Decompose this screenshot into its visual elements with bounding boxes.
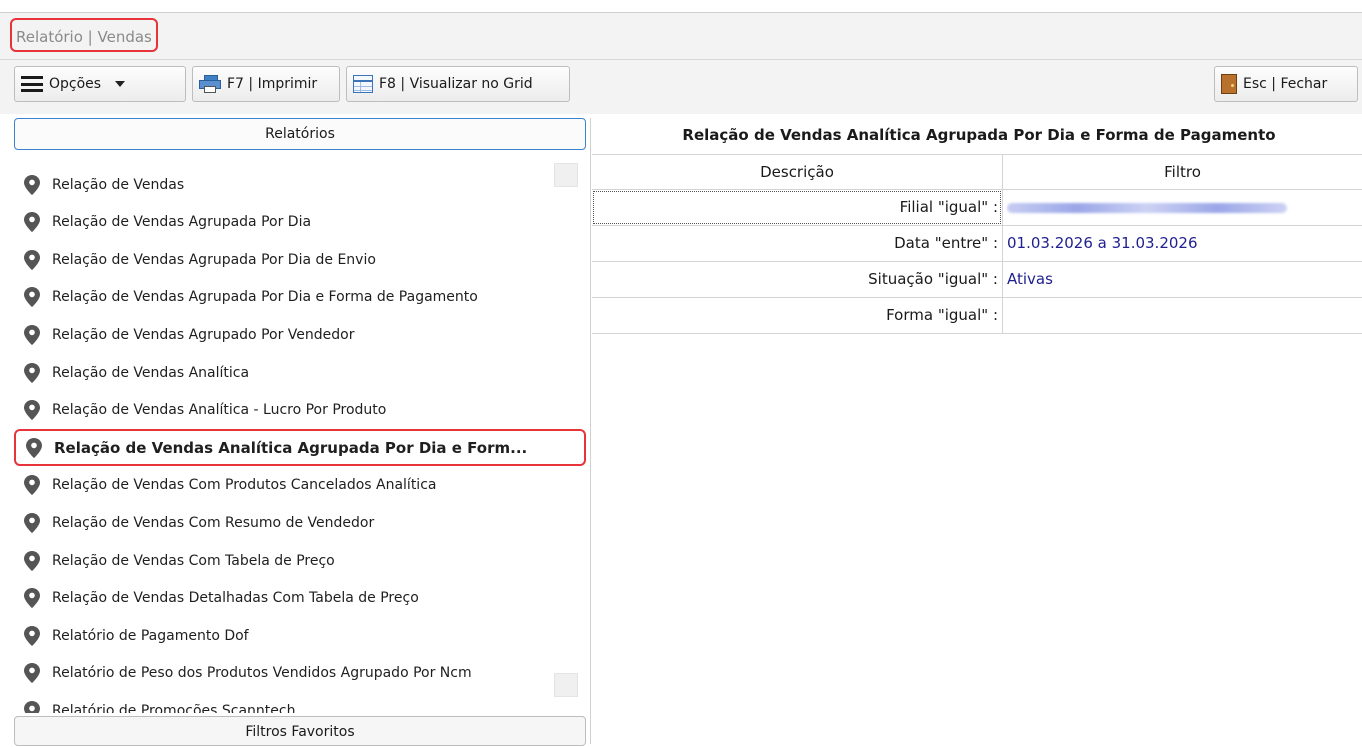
map-pin-icon xyxy=(24,400,40,421)
list-item-selected[interactable]: Relação de Vendas Analítica Agrupada Por… xyxy=(14,429,586,467)
filter-value[interactable]: Ativas xyxy=(1002,262,1362,297)
grid-label: F8 | Visualizar no Grid xyxy=(379,76,533,92)
grid-icon xyxy=(353,75,373,93)
close-button[interactable]: Esc | Fechar xyxy=(1214,66,1358,102)
list-item-label: Relação de Vendas Analítica xyxy=(52,364,250,381)
list-item-label: Relação de Vendas Detalhadas Com Tabela … xyxy=(52,590,419,607)
redacted-value xyxy=(1007,202,1287,213)
map-pin-icon xyxy=(24,212,40,233)
list-item-label: Relatório de Peso dos Produtos Vendidos … xyxy=(52,665,472,682)
column-header-description[interactable]: Descrição xyxy=(592,155,1002,189)
list-item-label: Relatório de Promoções Scanntech xyxy=(52,702,296,713)
filter-description: Forma "igual" : xyxy=(886,306,998,324)
table-row[interactable]: Filial "igual" : xyxy=(592,190,1362,226)
map-pin-icon xyxy=(24,700,40,713)
list-item-label: Relação de Vendas Com Produtos Cancelado… xyxy=(52,477,437,494)
reports-list[interactable]: Relação de Vendas Relação de Vendas Agrup… xyxy=(14,153,586,713)
print-button[interactable]: F7 | Imprimir xyxy=(192,66,340,102)
map-pin-icon xyxy=(24,475,40,496)
title-bar xyxy=(0,13,1362,60)
list-item[interactable]: Relação de Vendas xyxy=(14,166,586,203)
favorite-filters-button[interactable]: Filtros Favoritos xyxy=(14,716,586,746)
map-pin-icon xyxy=(24,174,40,195)
map-pin-icon xyxy=(24,588,40,609)
list-item[interactable]: Relatório de Peso dos Produtos Vendidos … xyxy=(14,655,586,692)
column-header-filter[interactable]: Filtro xyxy=(1002,155,1362,189)
list-item[interactable]: Relação de Vendas Agrupado Por Vendedor xyxy=(14,316,586,353)
filter-table: Descrição Filtro Filial "igual" : Data "… xyxy=(592,154,1362,334)
list-item[interactable]: Relação de Vendas Agrupada Por Dia e For… xyxy=(14,279,586,316)
filter-description: Data "entre" : xyxy=(894,234,998,252)
list-item[interactable]: Relatório de Pagamento Dof xyxy=(14,617,586,654)
map-pin-icon xyxy=(24,362,40,383)
map-pin-icon xyxy=(24,663,40,684)
list-item[interactable]: Relação de Vendas Com Resumo de Vendedor xyxy=(14,504,586,541)
map-pin-icon xyxy=(24,324,40,345)
map-pin-icon xyxy=(24,287,40,308)
reports-header-button[interactable]: Relatórios xyxy=(14,118,586,150)
table-row[interactable]: Forma "igual" : xyxy=(592,298,1362,334)
list-item[interactable]: Relação de Vendas Com Tabela de Preço xyxy=(14,542,586,579)
map-pin-icon xyxy=(24,512,40,533)
hamburger-icon xyxy=(21,76,43,92)
filter-description: Situação "igual" : xyxy=(868,270,998,288)
list-item-label: Relação de Vendas Com Tabela de Preço xyxy=(52,552,335,569)
list-item-label: Relação de Vendas xyxy=(52,176,185,193)
list-item-label: Relação de Vendas Com Resumo de Vendedor xyxy=(52,514,375,531)
list-item[interactable]: Relação de Vendas Analítica xyxy=(14,354,586,391)
list-item-label: Relação de Vendas Analítica Agrupada Por… xyxy=(54,438,528,457)
list-item-label: Relatório de Pagamento Dof xyxy=(52,627,249,644)
door-icon xyxy=(1221,74,1237,94)
list-item-label: Relação de Vendas Agrupada Por Dia xyxy=(52,214,312,231)
filter-value[interactable]: 01.03.2026 a 31.03.2026 xyxy=(1002,226,1362,261)
list-item[interactable]: Relação de Vendas Detalhadas Com Tabela … xyxy=(14,580,586,617)
map-pin-icon xyxy=(24,625,40,646)
options-label: Opções xyxy=(49,76,102,92)
filter-value-cell[interactable] xyxy=(1002,190,1362,225)
print-label: F7 | Imprimir xyxy=(227,76,318,92)
filter-value[interactable] xyxy=(1002,298,1362,333)
list-item-label: Relação de Vendas Agrupada Por Dia e For… xyxy=(52,289,478,306)
table-row[interactable]: Data "entre" : 01.03.2026 a 31.03.2026 xyxy=(592,226,1362,262)
map-pin-icon xyxy=(24,249,40,270)
options-button[interactable]: Opções xyxy=(14,66,186,102)
map-pin-icon xyxy=(26,437,42,458)
list-item-label: Relação de Vendas Analítica - Lucro Por … xyxy=(52,402,387,419)
map-pin-icon xyxy=(24,550,40,571)
window-title: Relatório | Vendas xyxy=(10,18,158,52)
list-item[interactable]: Relação de Vendas Analítica - Lucro Por … xyxy=(14,392,586,429)
chevron-down-icon[interactable] xyxy=(115,81,126,87)
list-item-label: Relação de Vendas Agrupado Por Vendedor xyxy=(52,326,355,343)
printer-icon xyxy=(199,75,221,93)
filter-description: Filial "igual" : xyxy=(592,190,1002,225)
list-item[interactable]: Relação de Vendas Agrupada Por Dia xyxy=(14,204,586,241)
report-title: Relação de Vendas Analítica Agrupada Por… xyxy=(682,126,1276,144)
list-item[interactable]: Relatório de Promoções Scanntech xyxy=(14,692,586,713)
table-row[interactable]: Situação "igual" : Ativas xyxy=(592,262,1362,298)
grid-view-button[interactable]: F8 | Visualizar no Grid xyxy=(346,66,570,102)
panel-splitter[interactable] xyxy=(590,118,591,744)
list-item[interactable]: Relação de Vendas Agrupada Por Dia de En… xyxy=(14,241,586,278)
list-item-label: Relação de Vendas Agrupada Por Dia de En… xyxy=(52,251,376,268)
list-item[interactable]: Relação de Vendas Com Produtos Cancelado… xyxy=(14,467,586,504)
close-label: Esc | Fechar xyxy=(1243,76,1328,92)
table-header-row: Descrição Filtro xyxy=(592,154,1362,190)
